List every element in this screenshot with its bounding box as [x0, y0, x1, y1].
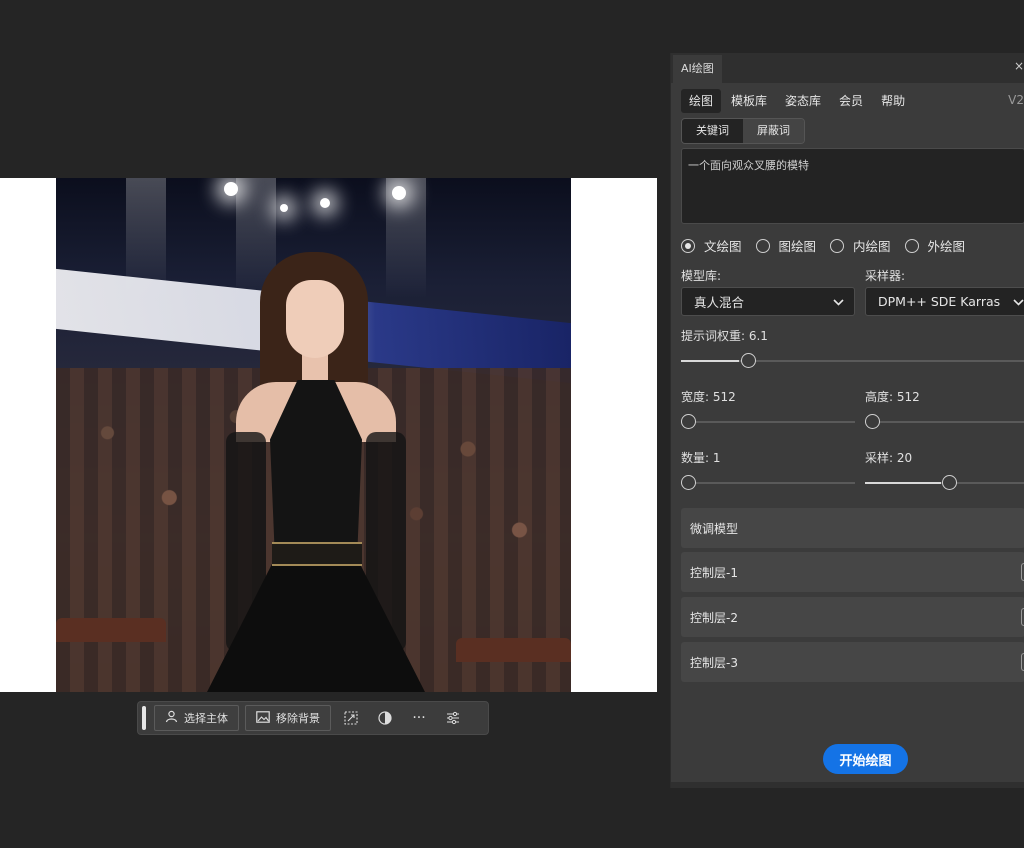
chevron-down-icon	[833, 295, 844, 309]
panel-nav: 绘图 模板库 姿态库 会员 帮助	[681, 89, 913, 113]
count-track[interactable]	[681, 482, 855, 484]
chevron-down-icon	[1013, 295, 1024, 309]
transform-selection-icon[interactable]	[337, 705, 365, 731]
stage-light	[224, 182, 238, 196]
panel-tab-ai-drawing[interactable]: AI绘图	[673, 55, 722, 83]
adjustment-layer-icon[interactable]	[371, 705, 399, 731]
tab-keywords[interactable]: 关键词	[682, 119, 743, 143]
mode-label: 内绘图	[853, 239, 891, 254]
prompt-weight-label: 提示词权重: 6.1	[681, 329, 768, 343]
select-subject-button[interactable]: 选择主体	[154, 705, 239, 731]
count-slider-thumb[interactable]	[681, 475, 696, 490]
more-options-label: ···	[412, 710, 426, 726]
finetune-model-label: 微调模型	[690, 521, 739, 536]
nav-template-library[interactable]: 模板库	[723, 89, 775, 113]
count-label: 数量: 1	[681, 451, 721, 465]
prompt-weight-slider-thumb[interactable]	[741, 353, 756, 368]
version-label: V2	[1008, 93, 1024, 107]
height-slider-thumb[interactable]	[865, 414, 880, 429]
stage-light	[392, 186, 406, 200]
steps-label: 采样: 20	[865, 451, 913, 465]
select-subject-label: 选择主体	[184, 712, 228, 725]
nav-membership[interactable]: 会员	[831, 89, 871, 113]
model-face	[286, 280, 344, 358]
ai-drawing-panel: AI绘图 × 绘图 模板库 姿态库 会员 帮助 V2 关键词 屏蔽词 一个面向观…	[670, 53, 1024, 788]
nav-drawing[interactable]: 绘图	[681, 89, 722, 113]
mode-label: 外绘图	[927, 239, 966, 254]
generated-image	[56, 178, 571, 692]
radio-icon	[904, 238, 919, 253]
radio-checked-icon	[681, 238, 695, 253]
width-label: 宽度: 512	[681, 390, 736, 404]
mode-text-to-image[interactable]: 文绘图	[681, 236, 742, 255]
close-icon[interactable]: ×	[1014, 59, 1024, 73]
panel-bottom-bar	[671, 782, 1024, 788]
finetune-model-section[interactable]: 微调模型	[681, 508, 1024, 548]
control-layer-2-label: 控制层-2	[690, 610, 738, 625]
start-drawing-button[interactable]: 开始绘图	[823, 744, 908, 774]
remove-background-button[interactable]: 移除背景	[245, 705, 331, 731]
panel-titlebar: AI绘图 ×	[671, 53, 1024, 83]
nav-pose-library[interactable]: 姿态库	[777, 89, 829, 113]
mode-label: 文绘图	[704, 239, 742, 254]
sampler-select[interactable]: DPM++ SDE Karras	[865, 287, 1024, 316]
sampler-value: DPM++ SDE Karras	[878, 294, 1001, 309]
model-library-select[interactable]: 真人混合	[681, 287, 855, 316]
contextual-taskbar: 选择主体 移除背景 ···	[137, 701, 489, 735]
model-figure	[206, 252, 426, 692]
height-track[interactable]	[865, 421, 1024, 423]
control-layer-2-section[interactable]: 控制层-2	[681, 597, 1024, 637]
control-layer-1-label: 控制层-1	[690, 565, 738, 580]
mode-image-to-image[interactable]: 图绘图	[755, 236, 817, 255]
mode-outpaint[interactable]: 外绘图	[904, 236, 966, 255]
mode-label: 图绘图	[778, 239, 817, 254]
sampler-label: 采样器:	[865, 269, 906, 283]
control-layer-3-section[interactable]: 控制层-3	[681, 642, 1024, 682]
stage-light	[320, 198, 330, 208]
seat-row	[56, 618, 166, 642]
steps-slider-thumb[interactable]	[942, 475, 957, 490]
person-icon	[165, 710, 178, 726]
more-options-icon[interactable]: ···	[405, 705, 433, 731]
radio-icon	[755, 238, 770, 253]
height-label: 高度: 512	[865, 390, 920, 404]
drag-handle[interactable]	[142, 706, 146, 730]
stage-light	[280, 204, 288, 212]
prompt-weight-fill	[681, 360, 739, 362]
mode-radio-group: 文绘图 图绘图 内绘图 外绘图	[681, 236, 965, 255]
nav-help[interactable]: 帮助	[873, 89, 913, 113]
width-slider-thumb[interactable]	[681, 414, 696, 429]
control-layer-3-label: 控制层-3	[690, 655, 738, 670]
model-belt	[272, 542, 362, 566]
width-track[interactable]	[681, 421, 855, 423]
tab-negative-words[interactable]: 屏蔽词	[743, 119, 804, 143]
prompt-subtabs: 关键词 屏蔽词	[681, 118, 805, 144]
model-library-label: 模型库:	[681, 269, 722, 283]
prompt-textarea[interactable]: 一个面向观众叉腰的模特	[681, 148, 1024, 224]
model-library-value: 真人混合	[694, 295, 745, 310]
control-layer-1-section[interactable]: 控制层-1	[681, 552, 1024, 592]
radio-icon	[830, 238, 845, 253]
document-canvas[interactable]	[0, 178, 657, 692]
steps-fill	[865, 482, 941, 484]
seat-row	[456, 638, 571, 662]
image-icon	[256, 710, 270, 726]
remove-background-label: 移除背景	[276, 712, 320, 725]
sliders-settings-icon[interactable]	[439, 705, 467, 731]
mode-inpaint[interactable]: 内绘图	[830, 236, 891, 255]
